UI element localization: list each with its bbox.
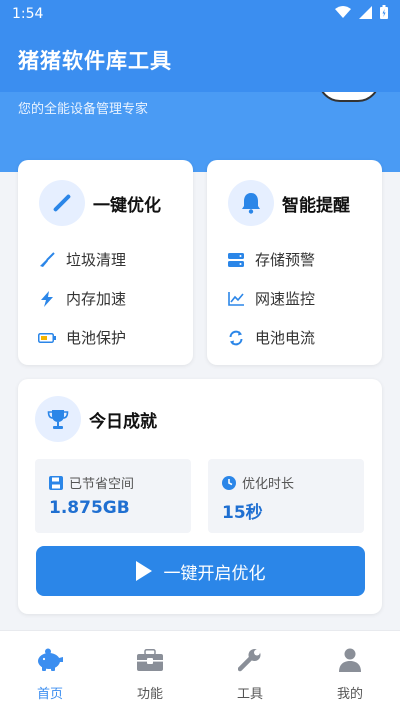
achievement-card: 今日成就 已节省空间 1.875GB 优化时长 15秒 一键开启优化 xyxy=(18,379,382,614)
wifi-icon xyxy=(335,5,351,23)
nav-home[interactable]: 首页 xyxy=(0,631,100,711)
app-title: 猪猪软件库工具 xyxy=(18,49,172,73)
feature-label: 电池电流 xyxy=(255,329,316,347)
pen-icon xyxy=(39,180,85,226)
save-icon xyxy=(49,475,63,490)
saved-space-stat: 已节省空间 1.875GB xyxy=(35,459,191,533)
feature-label: 内存加速 xyxy=(66,290,127,308)
smart-alert-card[interactable]: 智能提醒 存储预警 网速监控 电池电流 xyxy=(207,160,382,365)
nav-label: 工具 xyxy=(236,687,263,702)
feature-battery-protect[interactable]: 电池保护 xyxy=(38,318,126,357)
nav-features[interactable]: 功能 xyxy=(100,631,200,711)
broom-icon xyxy=(38,251,56,269)
optimize-card-title: 一键优化 xyxy=(93,195,161,216)
wrench-icon xyxy=(238,647,262,673)
feature-label: 电池保护 xyxy=(66,329,127,347)
battery-status-icon xyxy=(380,5,388,23)
bottom-nav: 首页 功能 工具 我的 xyxy=(0,630,400,711)
lightning-icon xyxy=(38,290,56,308)
start-optimize-label: 一键开启优化 xyxy=(163,563,266,584)
optimize-feature-list: 垃圾清理 内存加速 电池保护 xyxy=(38,240,126,357)
start-optimize-button[interactable]: 一键开启优化 xyxy=(36,546,365,596)
clock-icon xyxy=(222,475,236,490)
feature-network-monitor[interactable]: 网速监控 xyxy=(227,279,315,318)
optimize-time-stat: 优化时长 15秒 xyxy=(208,459,364,533)
nav-label: 我的 xyxy=(336,687,363,702)
optimize-time-label: 优化时长 xyxy=(222,473,294,492)
saved-space-value: 1.875GB xyxy=(49,498,130,518)
status-icons xyxy=(335,5,388,23)
nav-tools[interactable]: 工具 xyxy=(200,631,300,711)
bell-icon xyxy=(228,180,274,226)
battery-icon xyxy=(38,329,56,347)
feature-battery-current[interactable]: 电池电流 xyxy=(227,318,315,357)
pig-mascot-image xyxy=(318,92,380,102)
user-icon xyxy=(339,647,361,673)
status-time: 1:54 xyxy=(12,6,44,22)
alert-feature-list: 存储预警 网速监控 电池电流 xyxy=(227,240,315,357)
status-bar: 1:54 xyxy=(0,0,400,28)
chart-line-icon xyxy=(227,290,245,308)
feature-label: 垃圾清理 xyxy=(66,251,127,269)
optimize-card-header: 一键优化 xyxy=(39,180,161,226)
smart-alert-card-header: 智能提醒 xyxy=(228,180,350,226)
nav-label: 功能 xyxy=(136,687,163,702)
optimize-time-label-text: 优化时长 xyxy=(242,477,295,492)
hero-subtitle: 您的全能设备管理专家 xyxy=(18,102,149,117)
nav-label: 首页 xyxy=(36,687,63,702)
signal-icon xyxy=(359,5,372,23)
play-icon xyxy=(135,561,152,581)
saved-space-label: 已节省空间 xyxy=(49,473,134,492)
feature-label: 网速监控 xyxy=(255,290,316,308)
feature-label: 存储预警 xyxy=(255,251,316,269)
saved-space-label-text: 已节省空间 xyxy=(69,477,135,492)
feature-junk-clean[interactable]: 垃圾清理 xyxy=(38,240,126,279)
trophy-icon xyxy=(35,396,81,442)
feature-storage-alert[interactable]: 存储预警 xyxy=(227,240,315,279)
sync-icon xyxy=(227,329,245,347)
toolbox-icon xyxy=(137,647,163,673)
feature-memory-boost[interactable]: 内存加速 xyxy=(38,279,126,318)
storage-icon xyxy=(227,251,245,269)
achievement-card-title: 今日成就 xyxy=(89,411,157,432)
achievement-card-header: 今日成就 xyxy=(35,396,157,442)
nav-profile[interactable]: 我的 xyxy=(300,631,400,711)
optimize-time-value: 15秒 xyxy=(222,503,263,523)
optimize-card[interactable]: 一键优化 垃圾清理 内存加速 电池保护 xyxy=(18,160,193,365)
piggy-bank-icon xyxy=(36,647,64,673)
app-bar: 猪猪软件库工具 xyxy=(0,28,400,92)
smart-alert-card-title: 智能提醒 xyxy=(282,195,350,216)
